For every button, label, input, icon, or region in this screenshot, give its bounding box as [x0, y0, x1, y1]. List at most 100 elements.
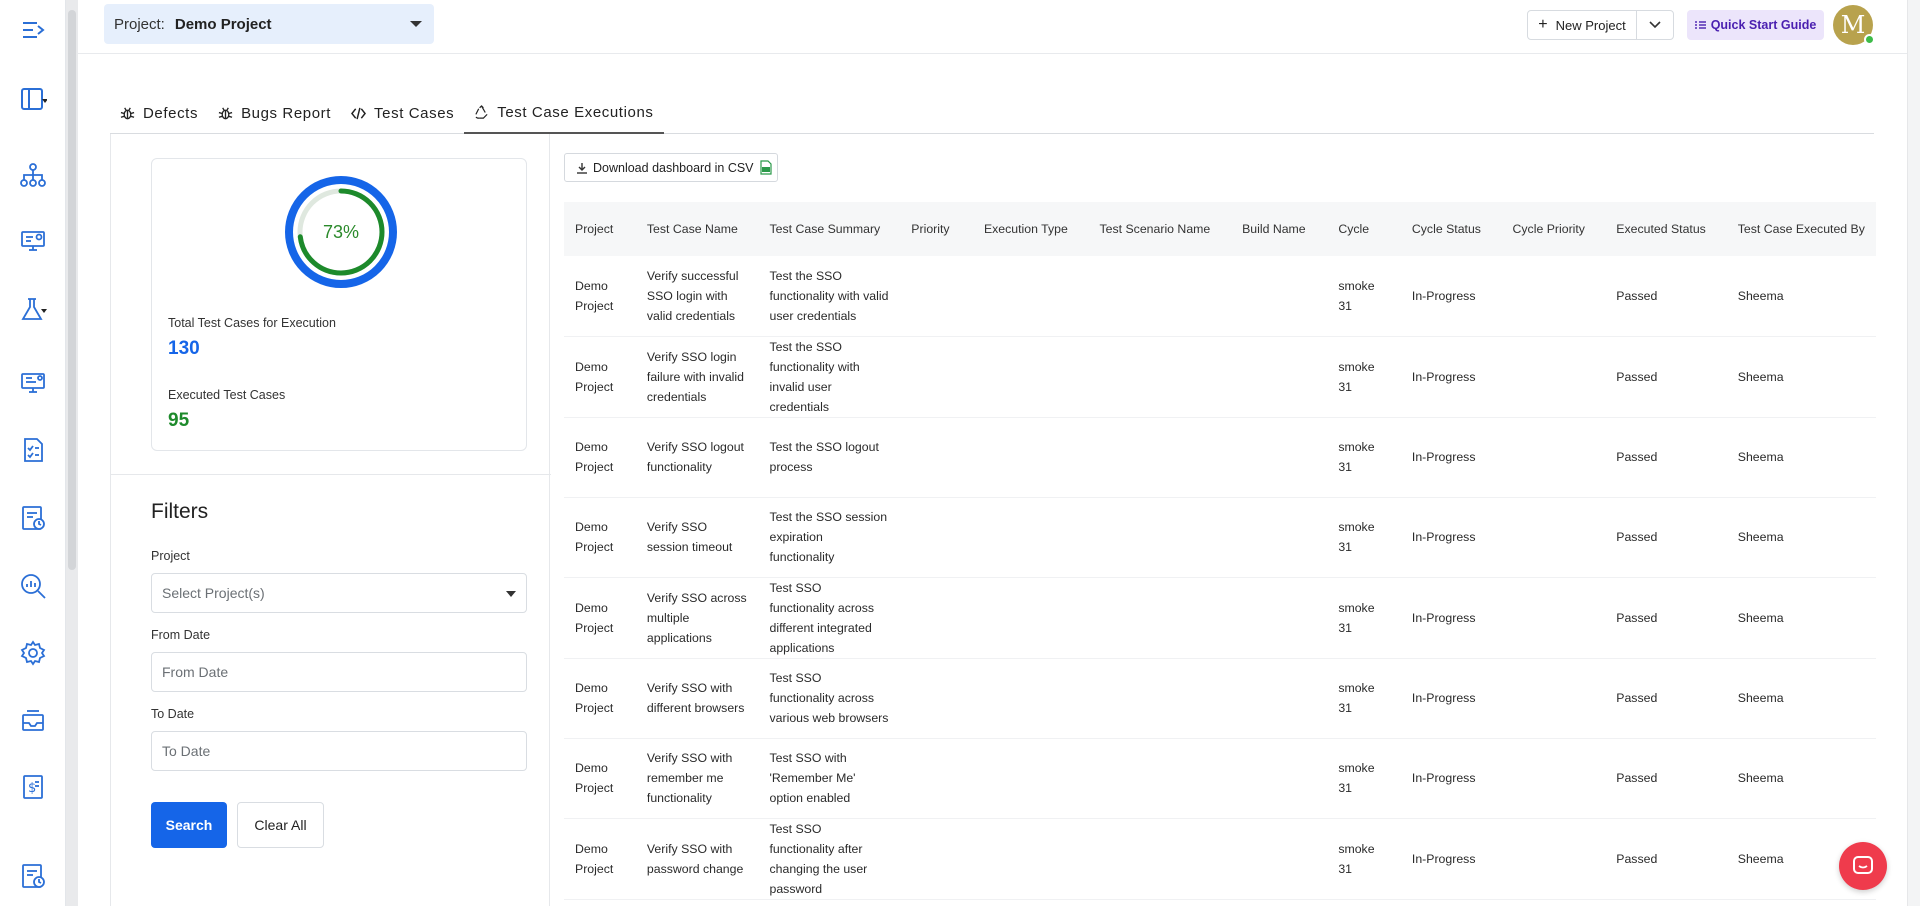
- table-cell: smoke 31: [1327, 577, 1401, 659]
- table-cell: Demo Project: [564, 417, 636, 498]
- sidebar-scrollbar-thumb[interactable]: [68, 10, 76, 570]
- table-cell: [900, 256, 973, 337]
- table-row[interactable]: Demo Project Verify SSO logout functional…: [564, 417, 1876, 498]
- table-header-row: Project Test Case Name Test Case Summary Pr…: [564, 202, 1876, 256]
- page-scrollbar[interactable]: [1907, 0, 1920, 906]
- table-cell: Passed: [1605, 497, 1727, 578]
- table-cell: Sheema: [1726, 256, 1876, 337]
- table-cell: In-Progress: [1400, 256, 1502, 337]
- project-filter-placeholder: Select Project(s): [162, 585, 265, 601]
- table-cell: [1231, 658, 1328, 739]
- table-row[interactable]: Demo Project Verify SSO session timeout Te…: [564, 497, 1876, 578]
- code-icon: [351, 107, 367, 119]
- download-icon: [577, 162, 587, 174]
- table-cell: Demo Project: [564, 336, 636, 418]
- table-row[interactable]: Demo Project Verify SSO across multiple a…: [564, 577, 1876, 659]
- column-header[interactable]: Test Scenario Name: [1089, 202, 1232, 256]
- new-project-label: New Project: [1555, 17, 1626, 33]
- table-cell: Sheema: [1726, 336, 1876, 418]
- monitor-code-icon[interactable]: [18, 367, 48, 397]
- column-header[interactable]: Project: [564, 202, 636, 256]
- column-header[interactable]: Cycle: [1327, 202, 1401, 256]
- table-cell: smoke 31: [1327, 336, 1401, 418]
- table-cell: In-Progress: [1400, 818, 1502, 900]
- quick-start-guide-button[interactable]: Quick Start Guide: [1687, 10, 1824, 40]
- tab-defects[interactable]: Defects: [110, 92, 208, 134]
- new-project-button[interactable]: + New Project: [1527, 10, 1637, 40]
- checklist-icon[interactable]: [18, 435, 48, 465]
- executions-table-container: Project Test Case Name Test Case Summary Pr…: [564, 202, 1876, 906]
- quick-start-label: Quick Start Guide: [1710, 18, 1817, 32]
- project-selector[interactable]: Project: Demo Project: [104, 4, 434, 44]
- recycle-icon: [475, 104, 488, 119]
- main-area: Project: Demo Project + New Project Quic…: [78, 0, 1920, 906]
- filter-panel: 73% Total Test Cases for Execution 130 E…: [110, 134, 551, 906]
- analytics-search-icon[interactable]: [18, 571, 48, 601]
- online-status-dot: [1864, 34, 1875, 45]
- column-header[interactable]: Execution Type: [973, 202, 1089, 256]
- monitor-settings-icon[interactable]: [18, 225, 48, 255]
- column-header[interactable]: Test Case Name: [636, 202, 759, 256]
- tab-test-cases[interactable]: Test Cases: [341, 92, 464, 134]
- table-cell: [900, 577, 973, 659]
- column-header[interactable]: Priority: [900, 202, 973, 256]
- table-cell: [1088, 738, 1232, 819]
- flask-icon[interactable]: [18, 294, 48, 324]
- report-icon[interactable]: [18, 861, 48, 891]
- table-cell: smoke 31: [1327, 497, 1401, 578]
- table-cell: [972, 497, 1089, 578]
- avatar[interactable]: M: [1833, 5, 1875, 45]
- table-row[interactable]: Demo Project Verify SSO with password cha…: [564, 818, 1876, 900]
- clear-all-button[interactable]: Clear All: [237, 802, 324, 848]
- inbox-icon[interactable]: [18, 706, 48, 736]
- chat-support-button[interactable]: [1839, 842, 1887, 890]
- table-cell: Passed: [1605, 417, 1727, 498]
- table-cell: Passed: [1605, 256, 1727, 337]
- column-header[interactable]: Cycle Priority: [1502, 202, 1606, 256]
- table-cell: [1088, 417, 1232, 498]
- layout-icon[interactable]: [18, 84, 48, 114]
- table-cell: [1088, 577, 1232, 659]
- table-cell: [972, 336, 1089, 418]
- table-row[interactable]: Demo Project Verify SSO login failure wit…: [564, 336, 1876, 418]
- table-cell: [1231, 417, 1328, 498]
- table-row[interactable]: Demo Project Verify SSO with remember me …: [564, 738, 1876, 819]
- table-cell: [972, 417, 1089, 498]
- column-header[interactable]: Executed Status: [1605, 202, 1727, 256]
- download-csv-label: Download dashboard in CSV: [593, 160, 754, 175]
- table-cell: In-Progress: [1400, 417, 1502, 498]
- table-cell: [1088, 256, 1232, 337]
- table-cell: [1501, 336, 1606, 418]
- gear-icon[interactable]: [18, 638, 48, 668]
- from-date-input[interactable]: From Date: [151, 652, 527, 692]
- menu-toggle-icon[interactable]: [18, 15, 48, 45]
- billing-icon[interactable]: $: [18, 772, 48, 802]
- table-cell: Verify SSO with remember me functionalit…: [635, 738, 759, 819]
- column-header[interactable]: Test Case Summary: [759, 202, 901, 256]
- table-cell: [1231, 577, 1328, 659]
- hierarchy-icon[interactable]: [18, 160, 48, 190]
- table-cell: Verify successful SSO login with valid c…: [635, 256, 759, 337]
- table-cell: Sheema: [1726, 417, 1876, 498]
- table-cell: Test SSO functionality across different …: [758, 577, 901, 659]
- project-filter-select[interactable]: Select Project(s): [151, 573, 527, 613]
- tab-bar: Defects Bugs Report Test Cases Test Case…: [110, 92, 1874, 134]
- column-header[interactable]: Cycle Status: [1401, 202, 1502, 256]
- table-cell: Demo Project: [564, 658, 636, 739]
- to-date-input[interactable]: To Date: [151, 731, 527, 771]
- report-clock-icon[interactable]: [18, 503, 48, 533]
- search-button[interactable]: Search: [151, 802, 227, 848]
- table-row[interactable]: Demo Project Verify successful SSO login …: [564, 256, 1876, 337]
- sidebar-scrollbar[interactable]: [66, 0, 78, 906]
- table-cell: Test SSO functionality after changing th…: [758, 818, 901, 900]
- column-header[interactable]: Build Name: [1231, 202, 1327, 256]
- table-row[interactable]: Demo Project Verify SSO with different br…: [564, 658, 1876, 739]
- tab-test-case-executions[interactable]: Test Case Executions: [464, 92, 664, 134]
- column-header[interactable]: Test Case Executed By: [1727, 202, 1876, 256]
- tab-bugs-report[interactable]: Bugs Report: [208, 92, 341, 134]
- new-project-dropdown-button[interactable]: [1636, 10, 1674, 40]
- executed-test-cases-label: Executed Test Cases: [168, 388, 286, 402]
- chevron-down-icon: [1649, 21, 1661, 29]
- table-cell: Sheema: [1726, 577, 1876, 659]
- download-csv-button[interactable]: Download dashboard in CSV: [564, 153, 778, 182]
